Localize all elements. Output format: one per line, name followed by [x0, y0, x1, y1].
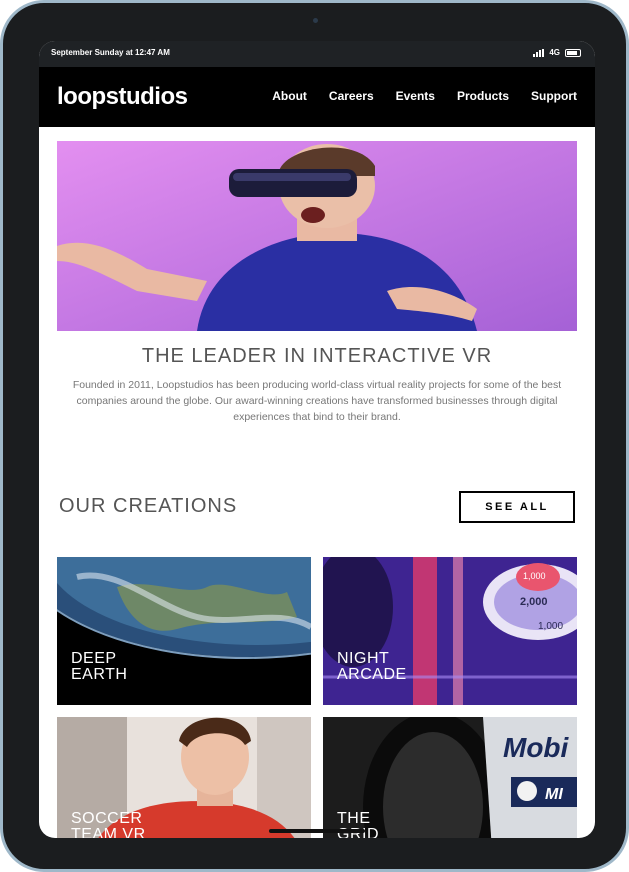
- svg-text:MI: MI: [545, 786, 563, 803]
- hero-description: Founded in 2011, Loopstudios has been pr…: [72, 379, 562, 423]
- site-header: loopstudios About Careers Events Product…: [39, 67, 595, 127]
- svg-text:Mobi: Mobi: [503, 732, 570, 763]
- status-bar: September Sunday at 12:47 AM 4G: [39, 41, 595, 67]
- nav-support[interactable]: Support: [531, 89, 577, 103]
- card-title: NIGHT ARCADE: [337, 650, 407, 683]
- card-title: DEEP EARTH: [71, 650, 128, 683]
- hero-headline: THE LEADER IN INTERACTIVE VR: [141, 345, 493, 367]
- signal-icon: [533, 48, 545, 57]
- nav-about[interactable]: About: [272, 89, 307, 103]
- site-logo[interactable]: loopstudios: [57, 83, 188, 111]
- battery-icon: [565, 48, 581, 57]
- camera: [313, 18, 318, 23]
- creation-card-deep-earth[interactable]: DEEP EARTH: [57, 557, 311, 705]
- see-all-button[interactable]: SEE ALL: [459, 491, 575, 523]
- tablet-frame: September Sunday at 12:47 AM 4G loopstud…: [0, 0, 629, 872]
- creations-title: OUR CREATIONS: [59, 495, 238, 517]
- hero-image: [57, 141, 577, 331]
- svg-text:2,000: 2,000: [520, 596, 548, 608]
- nav-careers[interactable]: Careers: [329, 89, 374, 103]
- status-time: September Sunday at 12:47 AM: [51, 48, 170, 57]
- nav-products[interactable]: Products: [457, 89, 509, 103]
- creation-card-night-arcade[interactable]: 1,000 2,000 1,000 NIGHT ARCADE: [323, 557, 577, 705]
- card-title: THE GRID: [337, 810, 379, 839]
- status-indicators: 4G: [533, 48, 581, 57]
- home-indicator[interactable]: [269, 829, 365, 833]
- main-nav: About Careers Events Products Support: [272, 89, 577, 103]
- svg-text:1,000: 1,000: [523, 571, 546, 581]
- vr-person-illustration: [57, 141, 577, 331]
- network-label: 4G: [549, 48, 560, 57]
- screen: September Sunday at 12:47 AM 4G loopstud…: [39, 41, 595, 838]
- nav-events[interactable]: Events: [396, 89, 435, 103]
- creation-card-soccer-team-vr[interactable]: SOCCER TEAM VR: [57, 717, 311, 838]
- svg-text:1,000: 1,000: [538, 621, 563, 632]
- card-title: SOCCER TEAM VR: [71, 810, 146, 839]
- creation-card-the-grid[interactable]: Mobi MI THE GRID: [323, 717, 577, 838]
